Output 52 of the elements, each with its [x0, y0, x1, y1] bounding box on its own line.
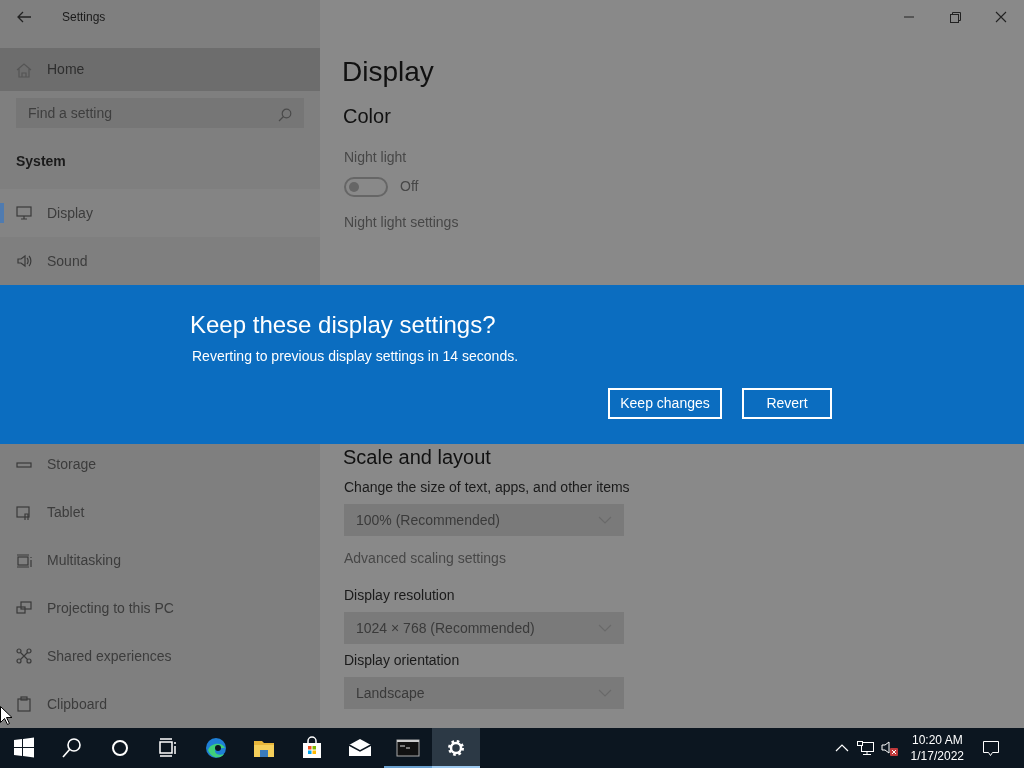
dropdown[interactable]: Landscape — [344, 677, 624, 709]
sidebar-item[interactable]: Projecting to this PC — [0, 584, 320, 633]
clipboard-icon — [16, 696, 32, 713]
monitor-icon — [16, 205, 32, 221]
projecting-icon — [16, 600, 32, 617]
toggle-switch[interactable] — [344, 176, 388, 197]
clock[interactable]: 10:20 AM 1/17/2022 — [910, 732, 964, 764]
sidebar-item[interactable]: Tablet — [0, 488, 320, 537]
search-icon — [278, 108, 292, 123]
dialog-button[interactable]: Keep changes — [608, 388, 722, 419]
section-heading: Scale and layout — [343, 445, 492, 469]
search-icon[interactable] — [60, 736, 84, 760]
speaker-icon — [16, 253, 32, 269]
home-icon — [16, 61, 32, 78]
shared-experiences-icon — [16, 648, 32, 665]
dropdown[interactable]: 100% (Recommended) — [344, 504, 624, 536]
link[interactable]: Night light settings — [344, 212, 1024, 233]
back-arrow-icon[interactable] — [16, 10, 32, 23]
page-title: Display — [342, 55, 435, 89]
start-icon[interactable] — [12, 736, 36, 760]
notification-icon[interactable] — [982, 739, 1000, 757]
search-field[interactable]: Find a setting — [16, 98, 304, 128]
muted-speaker-icon[interactable] — [880, 740, 899, 756]
sidebar-item[interactable]: Multitasking — [0, 536, 320, 585]
browser-icon[interactable] — [204, 736, 228, 760]
link[interactable]: Advanced scaling settings — [344, 548, 1024, 569]
sidebar-item[interactable]: Storage — [0, 444, 320, 489]
dropdown[interactable]: 1024 × 768 (Recommended) — [344, 612, 624, 644]
home-item[interactable]: Home — [0, 48, 320, 92]
setting-label: Display orientation — [344, 651, 461, 670]
terminal-icon[interactable] — [396, 736, 420, 760]
multitasking-icon — [16, 552, 32, 569]
window-title: Settings — [62, 8, 106, 26]
shopping-bag-icon[interactable] — [300, 736, 324, 760]
tablet-icon — [16, 504, 32, 521]
dialog-button[interactable]: Revert — [742, 388, 832, 419]
dialog-message: Reverting to previous display settings in 14 seconds. — [192, 347, 519, 366]
sidebar-item[interactable]: Clipboard — [0, 680, 320, 728]
setting-label: Night light — [344, 148, 408, 167]
network-icon[interactable] — [856, 740, 875, 756]
dialog-title: Keep these display settings? — [190, 310, 496, 340]
chevron-up-icon[interactable] — [834, 744, 849, 752]
sidebar-item[interactable]: Display — [0, 189, 320, 237]
section-heading: Color — [343, 104, 392, 129]
sidebar-item[interactable]: Sound — [0, 237, 320, 285]
setting-label: Display resolution — [344, 586, 456, 605]
sidebar-item[interactable]: Shared experiences — [0, 632, 320, 681]
cursor-icon — [0, 706, 12, 725]
toggle-state-label: Off — [400, 177, 419, 196]
setting-label: Change the size of text, apps, and other items — [344, 478, 631, 497]
section-heading: System — [16, 152, 67, 171]
taskbar-button[interactable] — [432, 728, 480, 768]
